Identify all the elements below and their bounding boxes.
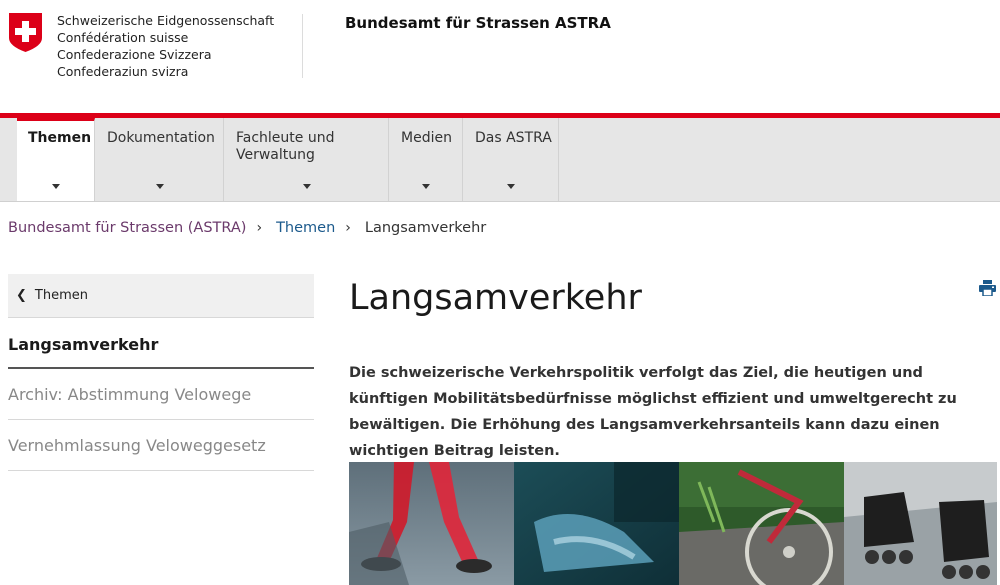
sidebar-back-link[interactable]: ❮ Themen (8, 274, 314, 318)
main-navigation: Themen Dokumentation Fachleute und Verwa… (0, 118, 1000, 202)
caret-down-icon (51, 184, 60, 189)
nav-item-label: Medien (401, 130, 452, 146)
lead-paragraph: Die schweizerische Verkehrspolitik verfo… (349, 365, 957, 459)
nav-item-label: Das ASTRA (475, 130, 552, 146)
photo-inline-skates (844, 462, 997, 585)
print-icon[interactable] (979, 280, 996, 296)
nav-item-label: Dokumentation (107, 130, 215, 146)
site-header: Schweizerische Eidgenossenschaft Confédé… (0, 0, 1000, 113)
photo-walking-legs (349, 462, 514, 585)
sidebar-item-vernehmlassung[interactable]: Vernehmlassung Veloweggesetz (8, 420, 314, 471)
nav-item-label: Fachleute und Verwaltung (236, 130, 335, 163)
caret-down-icon (302, 184, 311, 189)
confederation-names[interactable]: Schweizerische Eidgenossenschaft Confédé… (57, 12, 274, 80)
photo-blurred-shoe (514, 462, 679, 585)
office-name: Bundesamt für Strassen ASTRA (345, 14, 611, 32)
swiss-flag-icon[interactable] (9, 13, 42, 52)
caret-down-icon (155, 184, 164, 189)
nav-item-dokumentation[interactable]: Dokumentation (96, 118, 224, 201)
page-title: Langsamverkehr (349, 278, 642, 318)
nav-item-themen[interactable]: Themen (17, 118, 95, 201)
confederation-line: Confédération suisse (57, 30, 189, 45)
sidebar-item-langsamverkehr[interactable]: Langsamverkehr (8, 318, 314, 369)
sidebar-back-label: Themen (34, 288, 88, 303)
chevron-left-icon: ❮ (16, 288, 27, 303)
breadcrumb-link-themen[interactable]: Themen (276, 220, 335, 236)
confederation-line: Confederazione Svizzera (57, 47, 212, 62)
nav-item-medien[interactable]: Medien (390, 118, 463, 201)
photo-bicycle-wheel (679, 462, 844, 585)
caret-down-icon (422, 184, 430, 189)
chevron-right-icon: › (345, 220, 351, 236)
slow-traffic-photo-strip (349, 462, 997, 585)
nav-item-fachleute[interactable]: Fachleute und Verwaltung (225, 118, 389, 201)
header-divider (302, 14, 303, 78)
chevron-right-icon: › (256, 220, 263, 236)
sidebar-item-archiv[interactable]: Archiv: Abstimmung Velowege (8, 369, 314, 420)
nav-item-label: Themen (28, 130, 92, 146)
confederation-line: Schweizerische Eidgenossenschaft (57, 13, 275, 28)
caret-down-icon (507, 184, 515, 189)
breadcrumb-link-astra[interactable]: Bundesamt für Strassen (ASTRA) (8, 220, 246, 236)
sidebar-navigation: ❮ Themen Langsamverkehr Archiv: Abstimmun… (8, 274, 314, 471)
nav-item-das-astra[interactable]: Das ASTRA (464, 118, 559, 201)
breadcrumb: Bundesamt für Strassen (ASTRA) › Themen › La… (8, 220, 486, 236)
breadcrumb-current: Langsamverkehr (364, 220, 487, 236)
confederation-line: Confederaziun svizra (57, 64, 189, 79)
